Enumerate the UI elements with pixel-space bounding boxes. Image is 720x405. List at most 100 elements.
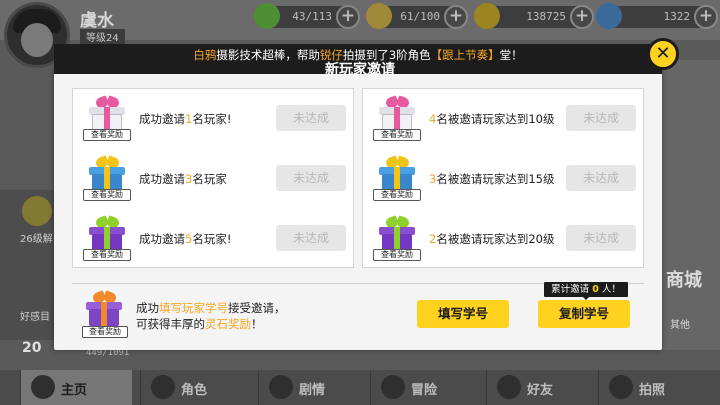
avatar-face [21, 23, 53, 57]
task-row: 查看奖励 4名被邀请玩家达到10级 未达成 [363, 89, 643, 147]
add-gem-button[interactable]: + [694, 5, 718, 29]
nav-friends[interactable]: 好友 [486, 370, 590, 405]
player-name: 虞水 [80, 11, 114, 31]
nav-photo[interactable]: 拍照 [598, 370, 706, 405]
status-button: 未达成 [566, 225, 636, 251]
side-panel-right: 商城 其他 [660, 60, 720, 350]
task-prefix: 成功邀请 [139, 172, 185, 186]
resource-coin: 138725 + [474, 3, 594, 29]
task-text: 成功邀请3名玩家 [139, 171, 227, 187]
gift-box-icon [89, 155, 125, 191]
level-badge: 20 [22, 340, 42, 356]
task-row: 查看奖励 成功邀请1名玩家! 未达成 [73, 89, 353, 147]
nav-character[interactable]: 角色 [140, 370, 248, 405]
invite-count-panel: 查看奖励 成功邀请1名玩家! 未达成 查看奖励 成功邀请3名玩家 未达成 查看奖… [72, 88, 354, 268]
gift-box-icon [89, 95, 125, 131]
friends-icon [497, 375, 521, 399]
resource-coin-value: 138725 [526, 10, 566, 23]
nav-home[interactable]: 主页 [20, 370, 132, 405]
nav-adventure-label: 冒险 [411, 383, 438, 398]
resource-energy-value: 43/113 [292, 10, 332, 23]
resource-gem: 1322 + [596, 3, 718, 29]
status-button: 未达成 [276, 165, 346, 191]
invite-text-2: 接受邀请， [228, 301, 286, 315]
coin-icon [474, 3, 500, 29]
ticket-icon [366, 3, 392, 29]
view-reward-button[interactable]: 查看奖励 [83, 189, 131, 201]
invite-text-3: 可获得丰厚的 [136, 317, 205, 331]
nav-story-label: 剧情 [299, 383, 326, 398]
close-button[interactable]: ✕ [647, 38, 679, 70]
nav-story[interactable]: 剧情 [258, 370, 362, 405]
fill-student-id-button[interactable]: 填写学号 [417, 300, 509, 328]
invitee-level-panel: 查看奖励 4名被邀请玩家达到10级 未达成 查看奖励 3名被邀请玩家达到15级 … [362, 88, 644, 268]
bottom-nav: 主页 角色 剧情 冒险 好友 拍照 [0, 370, 720, 405]
invite-counter: 累计邀请 0 人！ [544, 282, 628, 300]
mall-button[interactable]: 商城 [666, 266, 702, 292]
copy-student-id-button[interactable]: 复制学号 [538, 300, 630, 328]
task-text: 成功邀请1名玩家! [139, 111, 231, 127]
add-coin-button[interactable]: + [570, 5, 594, 29]
task-suffix: 名玩家 [192, 172, 227, 186]
gift-box-icon [86, 290, 124, 326]
status-button: 未达成 [276, 225, 346, 251]
nav-home-label: 主页 [61, 383, 88, 398]
task-suffix: 名被邀请玩家达到10级 [436, 112, 555, 126]
view-reward-button[interactable]: 查看奖励 [373, 249, 421, 261]
task-suffix: 名玩家! [192, 112, 232, 126]
gift-box-icon [379, 95, 415, 131]
other-button[interactable]: 其他 [670, 316, 690, 331]
task-suffix: 名玩家! [192, 232, 232, 246]
task-row: 查看奖励 成功邀请3名玩家 未达成 [73, 149, 353, 207]
task-prefix: 成功邀请 [139, 232, 185, 246]
side-left-label-2: 好感目 [20, 312, 50, 323]
task-row: 查看奖励 成功邀请5名玩家! 未达成 [73, 209, 353, 267]
invite-text-1: 成功 [136, 301, 159, 315]
task-text: 3名被邀请玩家达到15级 [429, 171, 554, 187]
invite-text-4: ！ [251, 317, 263, 331]
add-energy-button[interactable]: + [336, 5, 360, 29]
task-text: 2名被邀请玩家达到20级 [429, 231, 554, 247]
task-text: 成功邀请5名玩家! [139, 231, 231, 247]
character-icon [151, 375, 175, 399]
story-icon [269, 375, 293, 399]
gem-icon [596, 3, 622, 29]
camera-icon [609, 375, 633, 399]
nav-character-label: 角色 [181, 383, 208, 398]
map-pin-icon [381, 375, 405, 399]
side-left-label-1: 26级解 [20, 234, 53, 245]
add-ticket-button[interactable]: + [444, 5, 468, 29]
task-row: 查看奖励 3名被邀请玩家达到15级 未达成 [363, 149, 643, 207]
invite-description: 成功填写玩家学号接受邀请， 可获得丰厚的灵石奖励！ [136, 300, 286, 332]
side-panel-left: 26级解 好感目 [0, 190, 54, 340]
status-button: 未达成 [276, 105, 346, 131]
lightning-icon [254, 3, 280, 29]
counter-prefix: 累计邀请 [551, 284, 590, 295]
gift-box-icon [379, 215, 415, 251]
view-reward-button[interactable]: 查看奖励 [373, 189, 421, 201]
status-button: 未达成 [566, 165, 636, 191]
nav-friends-label: 好友 [527, 383, 554, 398]
invite-highlight-1: 填写玩家学号 [159, 301, 228, 315]
task-row: 查看奖励 2名被邀请玩家达到20级 未达成 [363, 209, 643, 267]
view-reward-button[interactable]: 查看奖励 [83, 129, 131, 141]
task-suffix: 名被邀请玩家达到20级 [436, 232, 555, 246]
task-text: 4名被邀请玩家达到10级 [429, 111, 554, 127]
resource-gem-value: 1322 [663, 10, 691, 23]
unlock-icon [22, 196, 52, 226]
resource-ticket: 61/100 + [366, 3, 468, 29]
resource-energy: 43/113 + [254, 3, 360, 29]
player-level: 等级24 [80, 29, 125, 44]
view-reward-button[interactable]: 查看奖励 [83, 249, 131, 261]
resource-ticket-value: 61/100 [400, 10, 440, 23]
gift-box-icon [379, 155, 415, 191]
view-reward-button[interactable]: 查看奖励 [82, 326, 128, 338]
view-reward-button[interactable]: 查看奖励 [373, 129, 421, 141]
gift-box-icon [89, 215, 125, 251]
task-prefix: 成功邀请 [139, 112, 185, 126]
counter-value: 0 [592, 284, 599, 295]
counter-suffix: 人！ [601, 284, 621, 295]
status-button: 未达成 [566, 105, 636, 131]
nav-adventure[interactable]: 冒险 [370, 370, 478, 405]
task-suffix: 名被邀请玩家达到15级 [436, 172, 555, 186]
